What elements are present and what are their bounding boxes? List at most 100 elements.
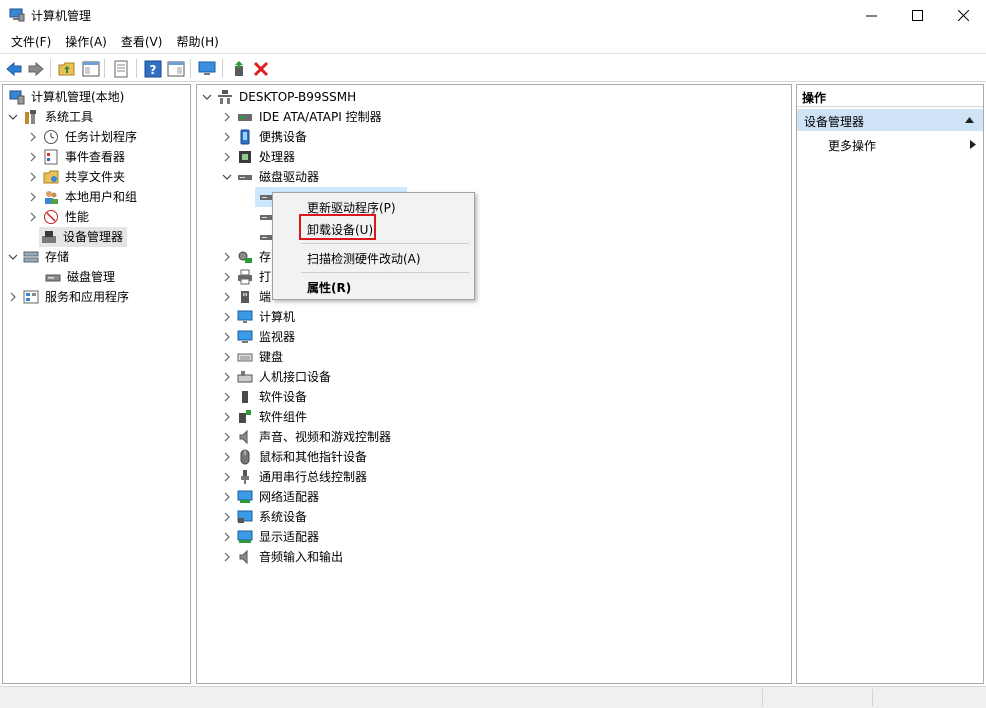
chevron-right-icon[interactable] [221, 431, 233, 443]
tree-item-performance[interactable]: 性能 [27, 207, 91, 227]
show-hide-tree-icon[interactable] [82, 60, 100, 78]
chevron-right-icon[interactable] [27, 211, 39, 223]
tree-item-local-users[interactable]: 本地用户和组 [27, 187, 139, 207]
device-category-monitors[interactable]: 监视器 [221, 327, 297, 347]
uninstall-x-icon[interactable] [252, 60, 270, 78]
computer-icon [237, 310, 253, 323]
chevron-right-icon[interactable] [221, 311, 233, 323]
device-tree-pane: DESKTOP-B99SSMH IDE ATA/ATAPI 控制器 便携设备 处… [196, 84, 792, 684]
tree-item-services[interactable]: 服务和应用程序 [7, 287, 131, 307]
chevron-down-icon[interactable] [221, 171, 233, 183]
menu-action[interactable]: 操作(A) [58, 31, 114, 53]
device-category-network[interactable]: 网络适配器 [221, 487, 321, 507]
monitor-icon [237, 330, 253, 343]
chevron-right-icon[interactable] [221, 331, 233, 343]
processor-icon [239, 151, 251, 163]
tree-item-device-manager[interactable]: 设备管理器 [39, 227, 128, 247]
menu-item-properties[interactable]: 属性(R) [307, 279, 351, 296]
chevron-right-icon[interactable] [221, 491, 233, 503]
chevron-right-icon[interactable] [221, 251, 233, 263]
device-category-system-devices[interactable]: 系统设备 [221, 507, 309, 527]
device-category-audio-io[interactable]: 音频输入和输出 [221, 547, 345, 567]
maximize-button[interactable] [894, 0, 940, 30]
chevron-right-icon[interactable] [221, 511, 233, 523]
device-root[interactable]: DESKTOP-B99SSMH [201, 87, 358, 107]
close-icon [957, 9, 969, 21]
chevron-right-icon[interactable] [221, 391, 233, 403]
chevron-right-icon[interactable] [27, 191, 39, 203]
ide-controller-icon [238, 114, 252, 121]
tree-item-shared-folders[interactable]: 共享文件夹 [27, 167, 127, 187]
menu-file[interactable]: 文件(F) [4, 31, 58, 53]
event-viewer-icon [44, 149, 58, 165]
chevron-right-icon[interactable] [221, 471, 233, 483]
chevron-right-icon[interactable] [221, 151, 233, 163]
help-icon[interactable]: ? [144, 60, 162, 78]
chevron-right-icon[interactable] [27, 131, 39, 143]
monitor-icon[interactable] [198, 60, 216, 78]
users-icon [45, 191, 58, 204]
chevron-right-icon[interactable] [221, 411, 233, 423]
chevron-right-icon[interactable] [7, 291, 19, 303]
chevron-down-icon[interactable] [7, 251, 19, 263]
minimize-button[interactable] [848, 0, 894, 30]
tree-item-system-tools[interactable]: 系统工具 [7, 107, 95, 127]
device-category-usb[interactable]: 通用串行总线控制器 [221, 467, 369, 487]
chevron-down-icon[interactable] [201, 91, 213, 103]
tree-item-storage[interactable]: 存储 [7, 247, 71, 267]
device-category-mouse[interactable]: 鼠标和其他指针设备 [221, 447, 369, 467]
device-category-ports[interactable]: 端 [221, 287, 273, 307]
chevron-right-icon[interactable] [221, 451, 233, 463]
chevron-down-icon[interactable] [7, 111, 19, 123]
chevron-right-icon[interactable] [27, 151, 39, 163]
chevron-right-icon[interactable] [221, 531, 233, 543]
chevron-right-icon[interactable] [221, 551, 233, 563]
disk-drive-icon [238, 175, 252, 180]
chevron-right-icon[interactable] [221, 351, 233, 363]
tree-item-disk-management[interactable]: 磁盘管理 [41, 267, 117, 287]
chevron-right-icon[interactable] [221, 371, 233, 383]
actions-section-device-manager[interactable]: 设备管理器 [797, 109, 983, 131]
tree-item-task-scheduler[interactable]: 任务计划程序 [27, 127, 139, 147]
chevron-right-icon[interactable] [221, 271, 233, 283]
tree-item-event-viewer[interactable]: 事件查看器 [27, 147, 127, 167]
device-category-display[interactable]: 显示适配器 [221, 527, 321, 547]
device-category-print[interactable]: 打 [221, 267, 273, 287]
collapse-up-icon[interactable] [965, 117, 974, 123]
computer-management-icon [9, 8, 25, 22]
device-category-disk-drives[interactable]: 磁盘驱动器 [221, 167, 321, 187]
device-category-ide[interactable]: IDE ATA/ATAPI 控制器 [221, 107, 384, 127]
device-category-portable[interactable]: 便携设备 [221, 127, 309, 147]
computer-management-icon [9, 90, 25, 105]
action-pane-icon[interactable] [167, 60, 185, 78]
chevron-right-icon[interactable] [221, 291, 233, 303]
update-driver-icon[interactable] [230, 60, 248, 78]
chevron-right-icon[interactable] [221, 111, 233, 123]
device-category-storage[interactable]: 存 [221, 247, 273, 267]
device-category-software-devices[interactable]: 软件设备 [221, 387, 309, 407]
more-actions-link[interactable]: 更多操作 [828, 137, 876, 154]
device-category-processor[interactable]: 处理器 [221, 147, 297, 167]
up-folder-icon[interactable] [58, 60, 76, 78]
close-button[interactable] [940, 0, 986, 30]
printer-icon [238, 269, 252, 285]
chevron-right-icon[interactable] [221, 131, 233, 143]
device-category-computer[interactable]: 计算机 [221, 307, 297, 327]
shared-folder-icon [43, 170, 59, 184]
device-category-hid[interactable]: 人机接口设备 [221, 367, 333, 387]
device-category-keyboard[interactable]: 键盘 [221, 347, 285, 367]
portable-device-icon [240, 129, 250, 145]
back-arrow-icon[interactable] [5, 60, 23, 78]
menu-item-scan-hardware[interactable]: 扫描检测硬件改动(A) [307, 250, 421, 267]
device-category-audio-video[interactable]: 声音、视频和游戏控制器 [221, 427, 393, 447]
device-category-software-components[interactable]: 软件组件 [221, 407, 309, 427]
software-device-icon [242, 391, 248, 403]
menu-view[interactable]: 查看(V) [114, 31, 170, 53]
forward-arrow-icon[interactable] [27, 60, 45, 78]
menu-help[interactable]: 帮助(H) [169, 31, 225, 53]
submenu-arrow-icon[interactable] [970, 140, 976, 149]
tree-item-computer-management[interactable]: 计算机管理(本地) [5, 87, 126, 107]
properties-sheet-icon[interactable] [112, 60, 130, 78]
svg-text:?: ? [150, 63, 157, 77]
chevron-right-icon[interactable] [27, 171, 39, 183]
